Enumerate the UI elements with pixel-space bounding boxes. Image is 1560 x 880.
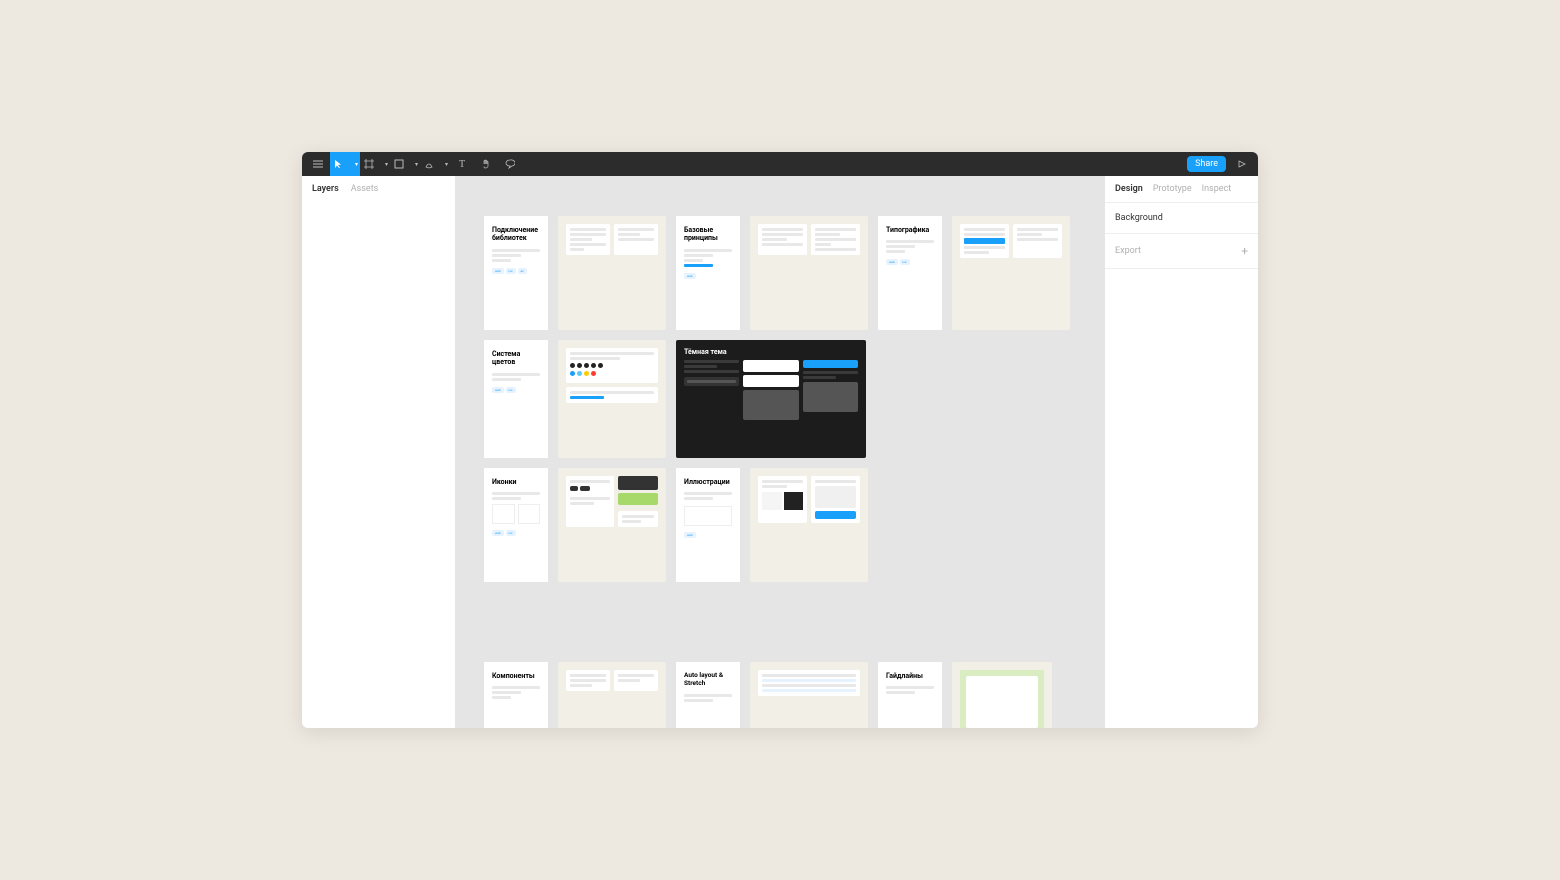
frame-heading: Система цветов bbox=[492, 350, 540, 367]
tab-inspect[interactable]: Inspect bbox=[1202, 184, 1232, 194]
main-area: Layers Assets Подключение библиотек web … bbox=[302, 176, 1258, 728]
frame-title[interactable]: Компоненты bbox=[484, 662, 548, 728]
chip: web bbox=[492, 387, 504, 393]
frame-title[interactable]: Система цветов web ios bbox=[484, 340, 548, 458]
right-panel: Design Prototype Inspect Background Expo… bbox=[1104, 176, 1258, 728]
frame[interactable] bbox=[558, 216, 666, 330]
share-button[interactable]: Share bbox=[1187, 156, 1226, 172]
frame-heading: Иконки bbox=[492, 478, 540, 486]
frame-title[interactable]: Подключение библиотек web ios ax bbox=[484, 216, 548, 330]
hand-tool[interactable] bbox=[474, 152, 498, 176]
left-panel: Layers Assets bbox=[302, 176, 456, 728]
present-button[interactable] bbox=[1230, 152, 1254, 176]
right-panel-tabs: Design Prototype Inspect bbox=[1105, 176, 1258, 203]
chip: ios bbox=[900, 259, 910, 265]
left-panel-tabs: Layers Assets bbox=[302, 176, 455, 202]
chip: web bbox=[492, 530, 504, 536]
frame-heading: Иллюстрации bbox=[684, 478, 732, 486]
move-tool[interactable]: ▾ bbox=[330, 152, 360, 176]
pen-tool[interactable]: ▾ bbox=[420, 152, 450, 176]
background-section[interactable]: Background bbox=[1105, 203, 1258, 234]
chip: web bbox=[886, 259, 898, 265]
frame-title[interactable]: Гайдлайны bbox=[878, 662, 942, 728]
tab-prototype[interactable]: Prototype bbox=[1153, 184, 1192, 194]
figma-window: ▾ ▾ ▾ ▾ T Share L bbox=[302, 152, 1258, 728]
plus-icon[interactable]: + bbox=[1241, 244, 1248, 258]
frame[interactable] bbox=[750, 662, 868, 728]
frame-title[interactable]: Иллюстрации web bbox=[676, 468, 740, 582]
frame-heading: Базовые принципы bbox=[684, 226, 732, 243]
frame[interactable] bbox=[558, 340, 666, 458]
comment-tool[interactable] bbox=[498, 152, 522, 176]
export-section[interactable]: Export + bbox=[1105, 234, 1258, 269]
frame[interactable] bbox=[558, 468, 666, 582]
toolbar: ▾ ▾ ▾ ▾ T Share bbox=[302, 152, 1258, 176]
frame[interactable] bbox=[750, 468, 868, 582]
frame-heading: Подключение библиотек bbox=[492, 226, 540, 243]
canvas[interactable]: Подключение библиотек web ios ax bbox=[456, 176, 1104, 728]
frame[interactable] bbox=[952, 216, 1070, 330]
background-label: Background bbox=[1115, 213, 1163, 223]
chip: web bbox=[684, 273, 696, 279]
frame-heading: Компоненты bbox=[492, 672, 540, 680]
frame-tool[interactable]: ▾ bbox=[360, 152, 390, 176]
guideline-preview bbox=[960, 670, 1044, 728]
frame-heading: Гайдлайны bbox=[886, 672, 934, 680]
tab-design[interactable]: Design bbox=[1115, 184, 1143, 194]
export-label: Export bbox=[1115, 246, 1141, 256]
frame-title[interactable]: Типографика web ios bbox=[878, 216, 942, 330]
rectangle-tool[interactable]: ▾ bbox=[390, 152, 420, 176]
frame-dark[interactable]: Тёмная тема bbox=[676, 340, 866, 458]
frame[interactable] bbox=[750, 216, 868, 330]
tab-layers[interactable]: Layers bbox=[312, 184, 339, 194]
chip: ax bbox=[518, 268, 527, 274]
chip: ios bbox=[506, 268, 516, 274]
frame-heading: Auto layout & Stretch bbox=[684, 672, 732, 688]
frame[interactable] bbox=[952, 662, 1052, 728]
frame-title[interactable]: Auto layout & Stretch bbox=[676, 662, 740, 728]
tab-assets[interactable]: Assets bbox=[351, 184, 379, 194]
chip: web bbox=[492, 268, 504, 274]
chip: ios bbox=[506, 530, 516, 536]
frame-heading: Типографика bbox=[886, 226, 934, 234]
hamburger-menu-icon[interactable] bbox=[306, 152, 330, 176]
text-tool[interactable]: T bbox=[450, 152, 474, 176]
frame-title[interactable]: Иконки webios bbox=[484, 468, 548, 582]
chip: web bbox=[684, 532, 696, 538]
frame-title[interactable]: Базовые принципы web bbox=[676, 216, 740, 330]
frame[interactable] bbox=[558, 662, 666, 728]
chip: ios bbox=[506, 387, 516, 393]
frame-heading: Тёмная тема bbox=[684, 348, 858, 356]
